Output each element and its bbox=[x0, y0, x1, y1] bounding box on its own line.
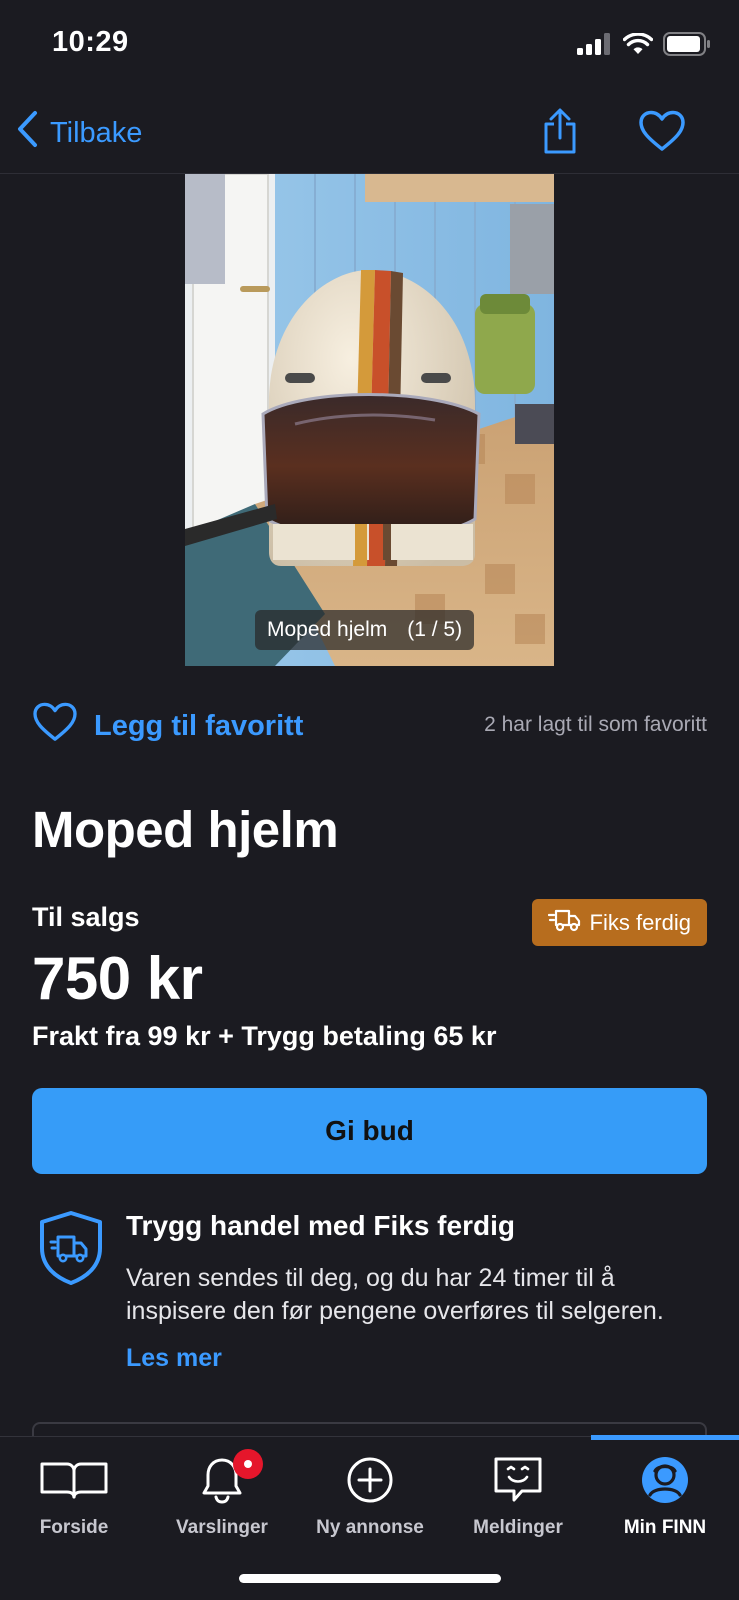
favorite-row: Legg til favoritt 2 har lagt til som fav… bbox=[32, 700, 707, 750]
cellular-signal-icon bbox=[577, 33, 613, 60]
tab-ny-annonse-label: Ny annonse bbox=[316, 1517, 424, 1538]
tab-min-finn-label: Min FINN bbox=[623, 1517, 707, 1538]
listing-status: Til salgs bbox=[32, 902, 140, 932]
tab-meldinger-label: Meldinger bbox=[473, 1517, 563, 1538]
read-more-link[interactable]: Les mer bbox=[126, 1344, 222, 1373]
message-icon bbox=[493, 1453, 543, 1507]
wifi-icon bbox=[622, 32, 654, 60]
back-label: Tilbake bbox=[50, 116, 143, 149]
tab-forside[interactable]: Forside bbox=[0, 1437, 148, 1547]
delivery-truck-icon bbox=[547, 907, 582, 939]
favorite-count: 2 har lagt til som favoritt bbox=[484, 713, 707, 736]
listing-title: Moped hjelm bbox=[32, 801, 339, 858]
add-favorite-label: Legg til favoritt bbox=[94, 709, 304, 742]
share-button[interactable] bbox=[540, 108, 580, 159]
shipping-info: Frakt fra 99 kr + Trygg betaling 65 kr bbox=[32, 1021, 497, 1051]
book-icon bbox=[39, 1453, 109, 1507]
chevron-left-icon bbox=[16, 110, 38, 156]
heart-icon bbox=[638, 110, 686, 156]
helmet-photo-image bbox=[185, 174, 554, 666]
safe-trade-description: Varen sendes til deg, og du har 24 timer… bbox=[126, 1264, 664, 1325]
photo-caption: Moped hjelm (1 / 5) bbox=[255, 610, 475, 650]
tab-varslinger[interactable]: Varslinger bbox=[148, 1437, 296, 1547]
share-icon bbox=[540, 108, 580, 158]
nav-bar: Tilbake bbox=[0, 90, 739, 174]
battery-icon bbox=[663, 32, 711, 61]
favorite-nav-button[interactable] bbox=[638, 110, 686, 157]
safe-trade-title: Trygg handel med Fiks ferdig bbox=[126, 1210, 515, 1241]
tab-forside-label: Forside bbox=[39, 1517, 109, 1538]
fiks-ferdig-badge: Fiks ferdig bbox=[531, 899, 707, 946]
listing-price: 750 kr bbox=[32, 945, 203, 1012]
fiks-ferdig-badge-label: Fiks ferdig bbox=[589, 909, 691, 935]
plus-circle-icon bbox=[346, 1453, 394, 1507]
tab-min-finn[interactable]: Min FINN bbox=[591, 1437, 739, 1547]
home-indicator[interactable] bbox=[239, 1574, 501, 1583]
status-time: 10:29 bbox=[52, 26, 129, 58]
heart-icon bbox=[32, 702, 78, 750]
bell-icon bbox=[201, 1449, 263, 1507]
add-favorite-button[interactable]: Legg til favoritt bbox=[32, 702, 303, 750]
status-bar: 10:29 bbox=[0, 0, 739, 90]
status-icons bbox=[577, 32, 711, 61]
listing-photo[interactable]: Moped hjelm (1 / 5) bbox=[185, 174, 554, 666]
make-bid-button[interactable]: Gi bud bbox=[32, 1088, 707, 1174]
back-button[interactable]: Tilbake bbox=[16, 110, 142, 156]
shield-truck-icon bbox=[38, 1210, 104, 1291]
photo-caption-title: Moped hjelm bbox=[267, 618, 388, 641]
notification-badge bbox=[233, 1449, 263, 1479]
profile-icon bbox=[640, 1453, 690, 1507]
tab-ny-annonse[interactable]: Ny annonse bbox=[296, 1437, 444, 1547]
photo-counter: (1 / 5) bbox=[407, 618, 463, 641]
tab-varslinger-label: Varslinger bbox=[176, 1517, 268, 1538]
tab-meldinger[interactable]: Meldinger bbox=[444, 1437, 592, 1547]
